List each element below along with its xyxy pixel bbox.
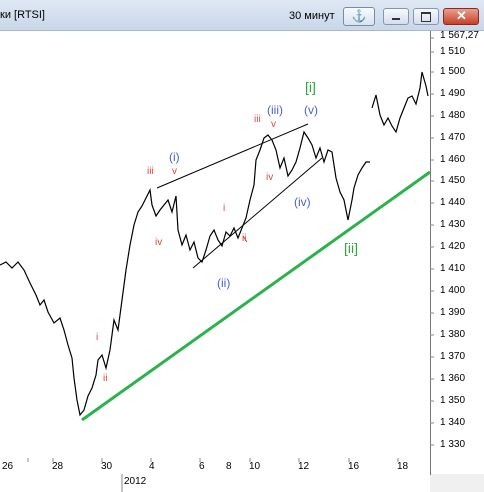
wave-label-2: (ii): [217, 276, 231, 290]
subwave-label-ii: ii: [242, 233, 247, 244]
wave-label-3: (iii): [267, 103, 283, 117]
subwave-label-iv: iv: [266, 172, 274, 183]
wave-label-4: (iv): [294, 195, 311, 209]
subwave-label-v: v: [172, 166, 177, 177]
price-series: [0, 130, 370, 417]
subwave-label-iv: iv: [155, 237, 163, 248]
subwave-label-v: v: [271, 119, 276, 130]
subwave-label-i: i: [96, 332, 99, 343]
wave-label-big-i: [i]: [305, 79, 316, 95]
price-series-late: [371, 71, 429, 134]
subwave-label-ii: ii: [103, 373, 108, 384]
chart-overlay: [0, 37, 434, 492]
wave-label-big-ii: [ii]: [344, 240, 358, 256]
wave-label-5: (v): [304, 103, 318, 117]
subwave-label-i: i: [223, 203, 226, 214]
channel-lower: [192, 157, 323, 269]
subwave-label-iii: iii: [147, 166, 154, 177]
wave-label-1: (i): [169, 150, 180, 164]
trendline-lower: [81, 170, 431, 422]
subwave-label-iii: iii: [254, 114, 261, 125]
